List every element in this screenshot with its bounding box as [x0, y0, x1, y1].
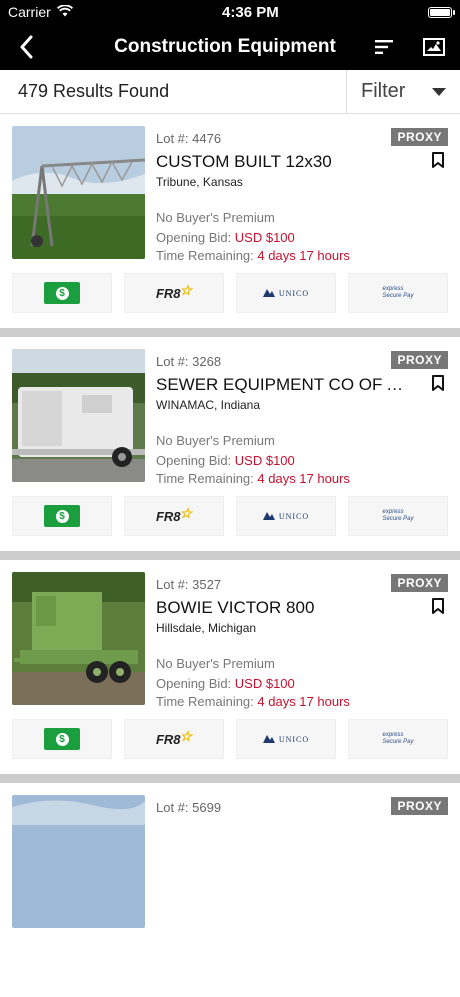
filter-label: Filter [361, 80, 406, 102]
express-pay-option[interactable]: express Secure Pay [348, 496, 448, 536]
lot-list: Lot #: 4476 PROXY CUSTOM BUILT 12x30 Tri… [0, 114, 460, 997]
sort-icon [375, 40, 393, 54]
map-view-button[interactable] [418, 31, 450, 63]
bookmark-icon[interactable] [431, 152, 445, 168]
lot-image[interactable] [12, 572, 145, 705]
cash-option[interactable]: $ [12, 719, 112, 759]
cash-icon: $ [44, 505, 80, 527]
wifi-icon [56, 4, 73, 20]
fr8star-logo: FR8 ☆ [155, 504, 193, 524]
lot-card[interactable]: Lot #: 4476 PROXY CUSTOM BUILT 12x30 Tri… [0, 114, 460, 328]
results-count: 479 Results Found [18, 81, 170, 101]
chevron-down-icon [432, 87, 446, 96]
lot-number: Lot #: 3527 [156, 577, 222, 592]
lot-image[interactable] [12, 349, 145, 482]
chevron-left-icon [20, 35, 33, 59]
unico-logo: UNICO [262, 289, 309, 298]
fr8star-logo: FR8 ☆ [155, 281, 193, 301]
status-time: 4:36 PM [222, 3, 279, 21]
cash-option[interactable]: $ [12, 273, 112, 313]
proxy-badge: PROXY [391, 351, 448, 369]
unico-option[interactable]: UNICO [236, 496, 336, 536]
opening-bid: Opening Bid: USD $100 [156, 676, 295, 691]
express-pay-logo: express Secure Pay [382, 286, 414, 299]
carrier-label: Carrier [8, 4, 51, 20]
lot-image[interactable] [12, 795, 145, 928]
lot-image[interactable] [12, 126, 145, 259]
lot-card[interactable]: Lot #: 3268 PROXY SEWER EQUIPMENT CO OF … [0, 337, 460, 551]
lot-number: Lot #: 5699 [156, 800, 222, 815]
unico-logo: UNICO [262, 512, 309, 521]
divider [0, 551, 460, 560]
back-button[interactable] [10, 31, 42, 63]
results-bar: 479 Results Found Filter [0, 70, 460, 114]
lot-location: WINAMAC, Indiana [156, 398, 261, 412]
opening-bid: Opening Bid: USD $100 [156, 230, 295, 245]
bookmark-icon[interactable] [431, 598, 445, 614]
divider [0, 328, 460, 337]
lot-number: Lot #: 4476 [156, 131, 222, 146]
fr8star-logo: FR8 ☆ [155, 727, 193, 747]
page-title: Construction Equipment [114, 36, 336, 57]
bookmark-icon[interactable] [431, 375, 445, 391]
time-remaining: Time Remaining: 4 days 17 hours [156, 471, 350, 486]
payment-options: $ FR8 ☆ UNICO express Secure Pay [12, 719, 448, 759]
fr8star-option[interactable]: FR8 ☆ [124, 273, 224, 313]
status-bar: Carrier 4:36 PM [0, 0, 460, 24]
lot-title[interactable]: CUSTOM BUILT 12x30 [156, 152, 414, 172]
lot-location: Hillsdale, Michigan [156, 621, 257, 635]
unico-option[interactable]: UNICO [236, 273, 336, 313]
lot-location: Tribune, Kansas [156, 175, 243, 189]
battery-icon [427, 6, 455, 18]
premium-note: No Buyer's Premium [156, 210, 275, 225]
premium-note: No Buyer's Premium [156, 656, 275, 671]
map-icon [423, 38, 445, 56]
divider [0, 774, 460, 783]
proxy-badge: PROXY [391, 574, 448, 592]
payment-options: $ FR8 ☆ UNICO express Secure Pay [12, 273, 448, 313]
proxy-badge: PROXY [391, 797, 448, 815]
filter-dropdown[interactable]: Filter [346, 70, 460, 113]
unico-option[interactable]: UNICO [236, 719, 336, 759]
payment-options: $ FR8 ☆ UNICO express Secure Pay [12, 496, 448, 536]
fr8star-option[interactable]: FR8 ☆ [124, 496, 224, 536]
premium-note: No Buyer's Premium [156, 433, 275, 448]
lot-title[interactable]: SEWER EQUIPMENT CO OF AMERICA [156, 375, 414, 395]
express-pay-logo: express Secure Pay [382, 732, 414, 745]
cash-option[interactable]: $ [12, 496, 112, 536]
time-remaining: Time Remaining: 4 days 17 hours [156, 248, 350, 263]
lot-card[interactable]: Lot #: 3527 PROXY BOWIE VICTOR 800 Hills… [0, 560, 460, 774]
fr8star-option[interactable]: FR8 ☆ [124, 719, 224, 759]
express-pay-logo: express Secure Pay [382, 509, 414, 522]
opening-bid: Opening Bid: USD $100 [156, 453, 295, 468]
cash-icon: $ [44, 282, 80, 304]
proxy-badge: PROXY [391, 128, 448, 146]
unico-logo: UNICO [262, 735, 309, 744]
time-remaining: Time Remaining: 4 days 17 hours [156, 694, 350, 709]
express-pay-option[interactable]: express Secure Pay [348, 719, 448, 759]
nav-bar: Construction Equipment [0, 24, 460, 70]
sort-button[interactable] [368, 31, 400, 63]
lot-card[interactable]: Lot #: 5699 PROXY [0, 783, 460, 997]
lot-title[interactable]: BOWIE VICTOR 800 [156, 598, 414, 618]
lot-number: Lot #: 3268 [156, 354, 222, 369]
cash-icon: $ [44, 728, 80, 750]
express-pay-option[interactable]: express Secure Pay [348, 273, 448, 313]
